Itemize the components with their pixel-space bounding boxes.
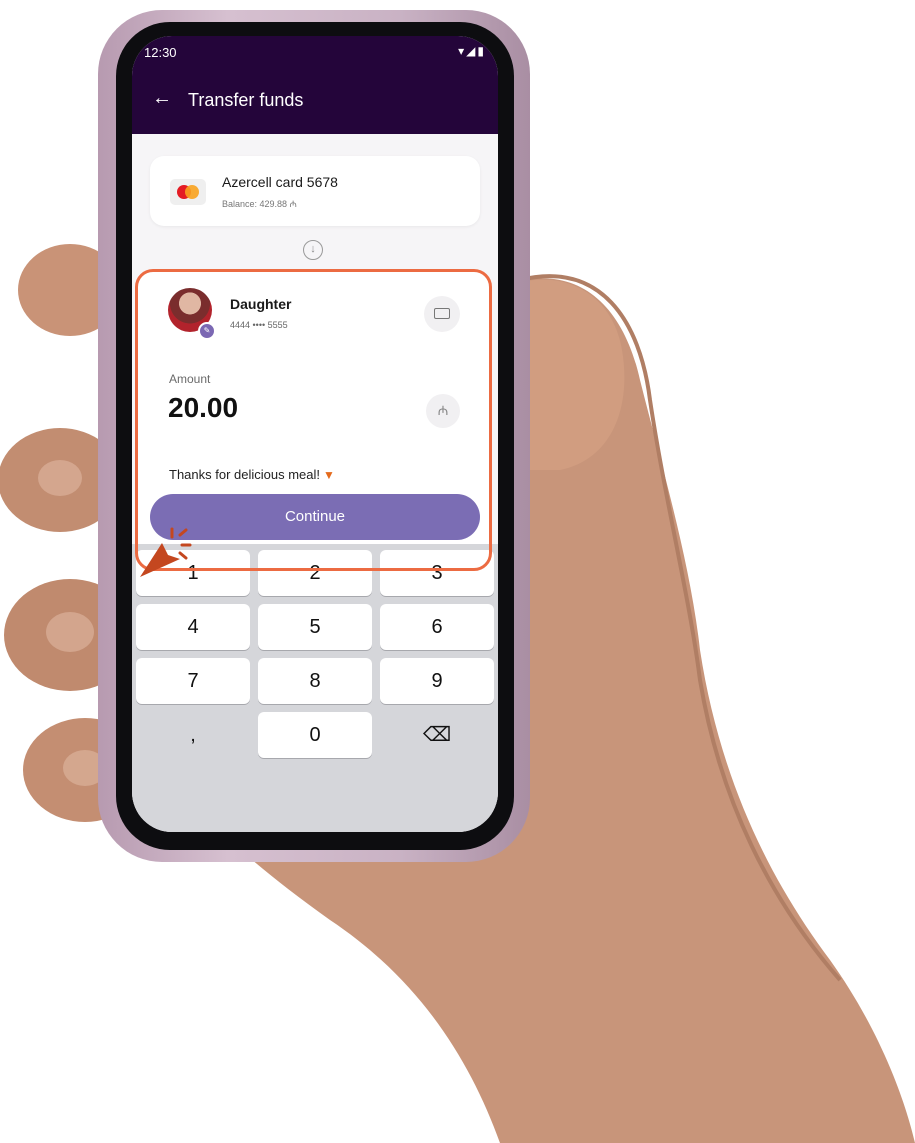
status-time: 12:30	[144, 45, 177, 60]
numeric-keypad: 1 2 3 4 5 6 7 8 9 , 0 ⌫	[132, 544, 498, 832]
back-arrow-icon[interactable]: ←	[152, 88, 172, 108]
backspace-icon[interactable]: ⌫	[380, 712, 494, 758]
key-8[interactable]: 8	[258, 658, 372, 704]
key-6[interactable]: 6	[380, 604, 494, 650]
app-bar: 12:30 ▾◢▮ ← Transfer funds	[132, 36, 498, 134]
status-icons: ▾◢▮	[458, 44, 486, 58]
key-0[interactable]: 0	[258, 712, 372, 758]
source-card-name: Azercell card 5678	[222, 174, 338, 190]
key-5[interactable]: 5	[258, 604, 372, 650]
page-title: Transfer funds	[188, 90, 304, 110]
mastercard-yellow-circle	[185, 185, 199, 199]
tap-cursor-icon	[140, 527, 192, 577]
key-4[interactable]: 4	[136, 604, 250, 650]
source-card[interactable]: Azercell card 5678 Balance: 429.88 ₼	[150, 156, 480, 226]
key-7[interactable]: 7	[136, 658, 250, 704]
key-comma[interactable]: ,	[136, 712, 250, 758]
source-card-balance: Balance: 429.88 ₼	[222, 199, 297, 209]
key-9[interactable]: 9	[380, 658, 494, 704]
arrow-down-circle-icon: ↓	[303, 240, 323, 260]
mastercard-logo-icon	[170, 179, 206, 205]
